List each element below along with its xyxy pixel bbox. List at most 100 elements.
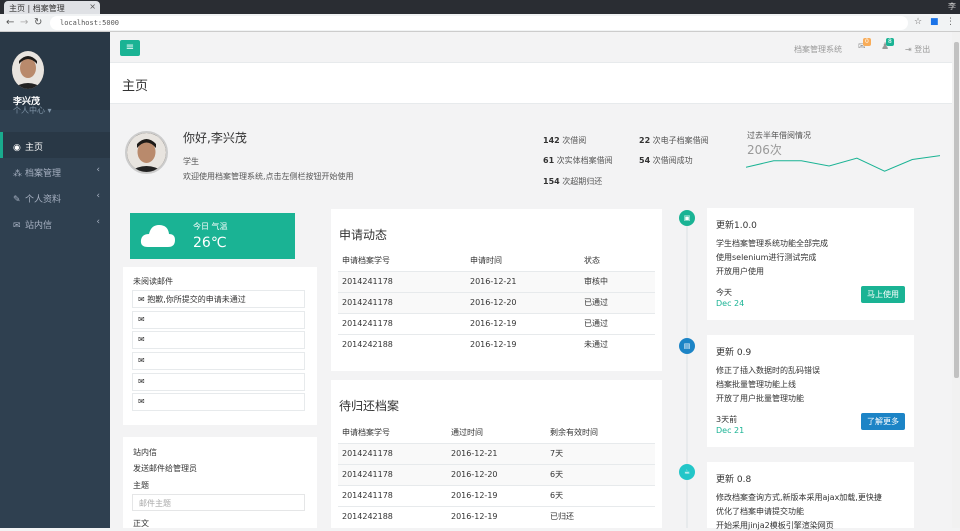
sidebar-item-home[interactable]: ◉ 主页	[0, 132, 110, 158]
sidebar-item-label: 档案管理	[25, 169, 62, 179]
weather-temp: 26℃	[193, 235, 227, 251]
table-cell: 2016-12-21	[447, 442, 546, 464]
stat-number: 22	[639, 136, 651, 145]
timeline-card: 更新 0.8 修改档案查询方式,新版本采用ajax加载,更快捷 优化了档案申请提…	[707, 462, 914, 530]
timeline-card: 更新 0.9 修正了插入数据时的乱码错误 档案批量管理功能上线 开放了用户批量管…	[707, 335, 914, 447]
envelope-icon: ✉	[138, 295, 148, 304]
use-now-button[interactable]: 马上使用	[861, 286, 905, 303]
browser-tab[interactable]: 主页 | 档案管理 ×	[4, 1, 100, 14]
table-row: 2014241178 2016-12-21 7天	[338, 442, 655, 464]
sidebar-item-profile[interactable]: ✎ 个人资料 ‹	[0, 184, 110, 210]
envelope-icon: ✉	[138, 397, 145, 406]
column-header: 申请档案学号	[338, 251, 466, 272]
apply-dynamics-title: 申请动态	[339, 228, 388, 242]
pending-return-title: 待归还档案	[339, 399, 400, 413]
stat-electronic: 22 次电子档案借阅	[639, 135, 709, 146]
table-row: 2014241178 2016-12-21 审核中	[338, 270, 655, 292]
profile-avatar	[125, 131, 168, 174]
timeline-line-text: 修正了插入数据时的乱码错误	[716, 366, 820, 375]
sidebar-item-messages[interactable]: ✉ 站内信 ‹	[0, 210, 110, 236]
table-row: 2014242188 2016-12-19 已归还	[338, 505, 655, 527]
system-name: 档案管理系统	[794, 45, 842, 54]
mail-row[interactable]: ✉	[132, 393, 305, 411]
logout-link[interactable]: ⇥ 登出	[905, 44, 930, 55]
extension-icon[interactable]: ■	[930, 17, 939, 27]
timeline-line-text: 档案批量管理功能上线	[716, 380, 796, 389]
window-user-label: 李	[948, 2, 956, 11]
half-year-title: 过去半年借阅情况	[747, 131, 811, 140]
timeline-date: Dec 24	[716, 299, 745, 308]
timeline-line-text: 开始采用jinja2模板引擎渲染网页	[716, 521, 834, 530]
envelope-icon: ✉	[138, 335, 145, 344]
timeline-when: 今天	[716, 288, 732, 297]
envelope-icon: ✉	[138, 377, 145, 386]
table-row: 2014241178 2016-12-20 已通过	[338, 291, 655, 313]
table-cell: 已归还	[546, 505, 655, 527]
table-row: 2014242188 2016-12-19 未通过	[338, 333, 655, 355]
mail-badge: 0	[863, 38, 871, 46]
user-menu[interactable]: 个人中心 ▾	[13, 105, 52, 116]
tab-title: 主页 | 档案管理	[9, 4, 65, 13]
menu-toggle-button[interactable]: ≡	[120, 40, 140, 56]
url-input[interactable]: localhost:5000	[50, 16, 908, 30]
page-header: 主页	[110, 63, 952, 104]
stat-label: 次超期归还	[559, 177, 603, 186]
table-row: 2014241178 2016-12-20 6天	[338, 463, 655, 485]
bookmark-star-icon[interactable]: ☆	[914, 17, 922, 27]
reload-icon[interactable]: ↻	[34, 17, 42, 28]
forward-icon[interactable]: →	[20, 17, 28, 28]
mail-row[interactable]: ✉	[132, 311, 305, 329]
table-cell: 2014241178	[338, 312, 466, 334]
column-header: 通过时间	[447, 423, 546, 444]
subject-input[interactable]: 邮件主题	[132, 494, 305, 511]
table-cell: 审核中	[580, 270, 655, 292]
chevron-left-icon: ‹	[96, 191, 100, 201]
sidebar-item-label: 站内信	[25, 221, 53, 231]
table-header-row: 申请档案学号 通过时间 剩余有效时间	[338, 423, 655, 444]
message-desc: 发送邮件给管理员	[133, 464, 197, 473]
mail-row[interactable]: ✉	[132, 352, 305, 370]
page-title: 主页	[122, 79, 149, 94]
pending-return-table: 申请档案学号 通过时间 剩余有效时间 2014241178 2016-12-21 7…	[338, 423, 655, 527]
stat-borrow: 142 次借阅	[543, 135, 586, 146]
table-cell: 2014242188	[338, 505, 447, 527]
stat-overdue: 154 次超期归还	[543, 176, 602, 187]
timeline-title: 更新 0.9	[716, 348, 752, 358]
close-tab-icon[interactable]: ×	[89, 2, 96, 11]
browser-menu-icon[interactable]: ⋮	[946, 17, 955, 27]
scrollbar-thumb[interactable]	[954, 42, 959, 378]
greeting: 你好,李兴茂	[183, 131, 247, 145]
sidebar-item-archive-management[interactable]: ⁂ 档案管理 ‹	[0, 158, 110, 184]
stat-label: 次借阅成功	[650, 156, 693, 165]
briefcase-icon: ▣	[679, 210, 695, 226]
mail-row[interactable]: ✉ 抱歉,你所提交的申请未通过	[132, 290, 305, 308]
sidebar-item-label: 主页	[25, 143, 44, 153]
back-icon[interactable]: ←	[6, 17, 14, 28]
timeline-date: Dec 21	[716, 426, 745, 435]
table-cell: 7天	[546, 442, 655, 464]
stat-number: 54	[639, 156, 651, 165]
table-cell: 2014241178	[338, 291, 466, 313]
table-cell: 已通过	[580, 291, 655, 313]
avatar	[12, 51, 44, 89]
table-cell: 2016-12-21	[466, 270, 580, 292]
mail-row[interactable]: ✉	[132, 373, 305, 391]
cloud-icon	[140, 225, 175, 247]
top-navbar: ≡ 档案管理系统 ✉ 0 ♟ 8 ⇥ 登出	[110, 32, 952, 63]
table-cell: 2014241178	[338, 270, 466, 292]
coffee-icon: ☕	[679, 464, 695, 480]
stat-label: 次借阅	[559, 136, 587, 145]
stat-label: 次电子档案借阅	[650, 136, 709, 145]
mail-row[interactable]: ✉	[132, 331, 305, 349]
table-cell: 2014241178	[338, 463, 447, 485]
stat-number: 61	[543, 156, 555, 165]
stat-number: 154	[543, 177, 560, 186]
file-icon: ▤	[679, 338, 695, 354]
address-bar: ← → ↻ localhost:5000 ☆ ■ ⋮	[0, 14, 960, 32]
learn-more-button[interactable]: 了解更多	[861, 413, 905, 430]
timeline-card: 更新1.0.0 学生档案管理系统功能全部完成 使用selenium进行测试完成 …	[707, 208, 914, 320]
subject-label: 主题	[133, 481, 149, 490]
table-cell: 未通过	[580, 333, 655, 355]
timeline-title: 更新1.0.0	[716, 221, 757, 231]
stat-physical: 61 次实体档案借阅	[543, 155, 613, 166]
